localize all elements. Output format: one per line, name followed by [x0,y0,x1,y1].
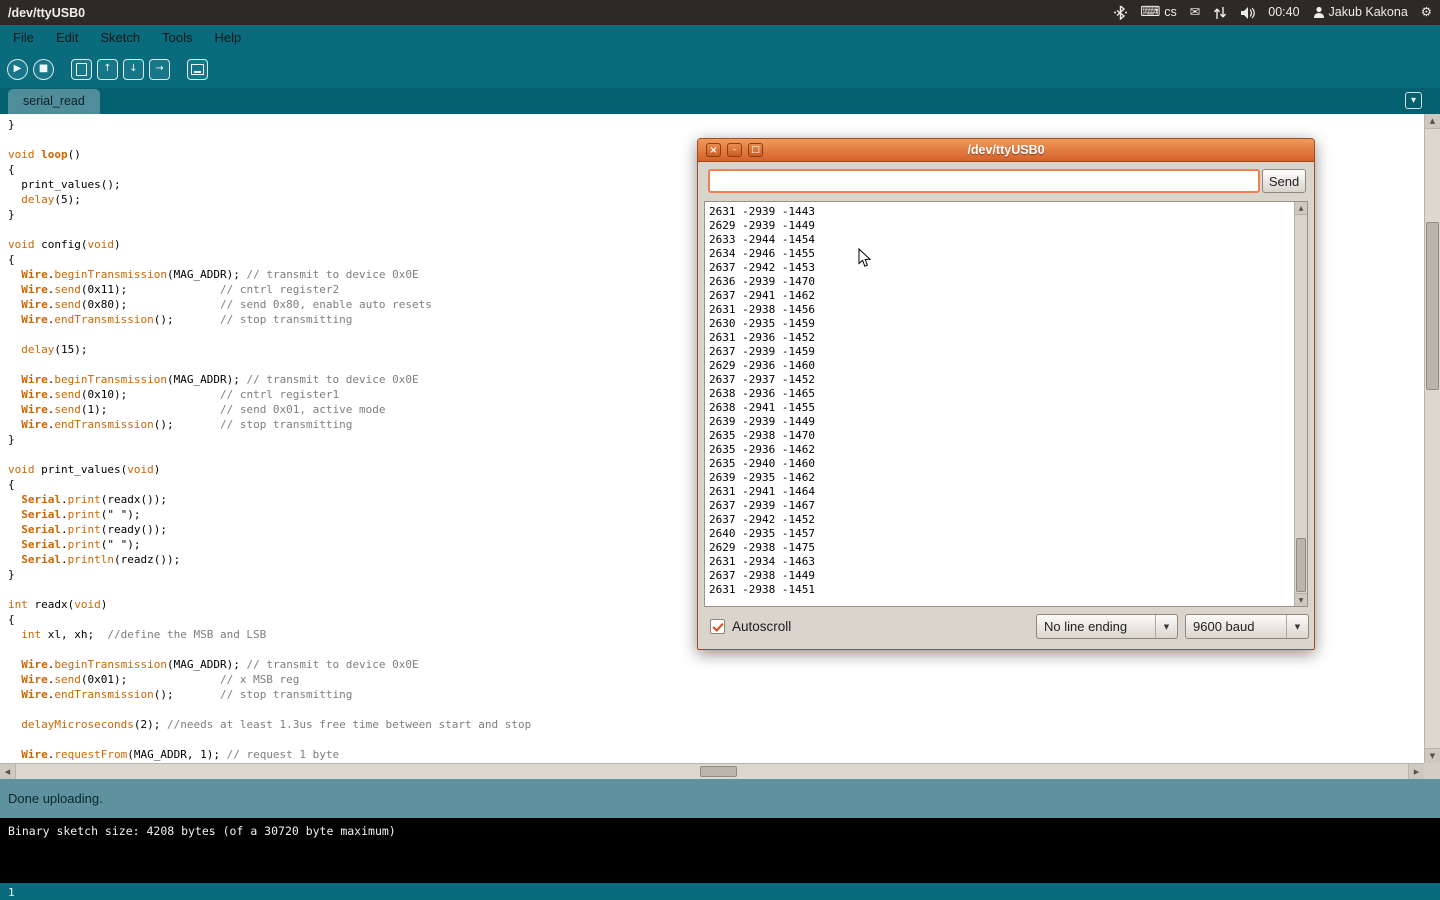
autoscroll-label: Autoscroll [732,614,791,640]
scroll-left-icon[interactable]: ◀ [0,764,16,779]
top-panel: /dev/ttyUSB0 ⌨ cs ✉ 00:40 Jakub Kakona ⚙ [0,0,1440,25]
menu-tools[interactable]: Tools [151,25,203,50]
line-ending-select[interactable]: No line ending ▼ [1036,614,1178,639]
status-message: Done uploading. [0,791,103,806]
open-icon: ↑ [103,64,111,74]
upload-button[interactable]: → [149,59,170,80]
editor-hscrollbar[interactable]: ◀ ▶ [0,763,1424,779]
bluetooth-icon[interactable] [1114,5,1127,20]
menu-help[interactable]: Help [203,25,252,50]
serial-output-area: 2631 -2939 -14432629 -2939 -14492633 -29… [704,201,1308,607]
scroll-up-icon[interactable]: ▲ [1425,114,1440,129]
line-ending-value: No line ending [1044,615,1127,638]
session-gear-icon[interactable]: ⚙ [1421,0,1432,25]
serial-input[interactable] [708,169,1260,193]
verify-button[interactable]: ▶ [7,59,28,80]
baud-rate-select[interactable]: 9600 baud ▼ [1185,614,1309,639]
tab-serial-read[interactable]: serial_read [8,89,100,114]
serial-monitor-icon [191,64,204,75]
serial-monitor-titlebar[interactable]: × – □ /dev/ttyUSB0 [698,139,1314,162]
stop-icon: ■ [39,64,48,74]
upload-icon: → [155,64,163,74]
clock[interactable]: 00:40 [1268,0,1299,25]
volume-icon[interactable] [1240,6,1255,20]
minimize-button[interactable]: – [727,143,742,157]
status-bar: Done uploading. [0,779,1440,818]
menu-file[interactable]: File [2,25,45,50]
menu-sketch[interactable]: Sketch [89,25,151,50]
serial-output: 2631 -2939 -14432629 -2939 -14492633 -29… [705,202,1294,606]
stop-button[interactable]: ■ [33,59,54,80]
serial-scroll-down-icon[interactable]: ▼ [1295,593,1307,606]
dropdown-arrow-icon: ▼ [1155,615,1177,638]
check-icon [712,620,723,631]
baud-rate-value: 9600 baud [1193,615,1254,638]
minimize-icon: – [732,145,737,155]
maximize-button[interactable]: □ [748,143,763,157]
username-label: Jakub Kakona [1329,0,1408,25]
serial-monitor-button[interactable] [187,59,208,80]
chevron-down-icon: ▾ [1411,95,1416,106]
serial-scroll-thumb[interactable] [1296,538,1306,592]
send-label: Send [1269,174,1299,189]
serial-monitor-title: /dev/ttyUSB0 [698,143,1314,157]
save-icon: ↓ [129,64,137,74]
play-icon: ▶ [14,64,22,74]
user-icon [1313,6,1325,19]
tab-bar: serial_read ▾ [0,88,1440,114]
line-indicator-bar: 1 [0,883,1440,900]
mail-icon[interactable]: ✉ [1190,0,1200,25]
new-sketch-button[interactable] [71,59,92,80]
keyboard-indicator[interactable]: ⌨ cs [1140,0,1177,25]
close-button[interactable]: × [706,143,721,157]
close-icon: × [709,145,717,156]
toolbar: ▶ ■ ↑ ↓ → [0,50,1440,88]
dropdown-arrow-icon: ▼ [1286,615,1308,638]
console-line: Binary sketch size: 4208 bytes (of a 307… [8,824,1432,838]
editor-vscrollbar[interactable]: ▲ ▼ [1424,114,1440,763]
console-output: Binary sketch size: 4208 bytes (of a 307… [0,818,1440,883]
scroll-right-icon[interactable]: ▶ [1408,764,1424,779]
panel-window-title[interactable]: /dev/ttyUSB0 [0,6,85,20]
user-menu[interactable]: Jakub Kakona [1313,0,1408,25]
serial-monitor-window: × – □ /dev/ttyUSB0 Send 2631 -2939 -1443… [697,138,1315,650]
send-button[interactable]: Send [1262,169,1306,193]
system-tray: ⌨ cs ✉ 00:40 Jakub Kakona ⚙ [1114,0,1440,25]
serial-monitor-controls: Autoscroll No line ending ▼ 9600 baud ▼ [698,614,1314,642]
menu-edit[interactable]: Edit [45,25,89,50]
menu-bar: File Edit Sketch Tools Help [0,25,1440,50]
scrollbar-corner [1424,763,1440,779]
scroll-down-icon[interactable]: ▼ [1425,748,1440,763]
save-button[interactable]: ↓ [123,59,144,80]
line-number: 1 [0,886,15,899]
serial-scrollbar[interactable]: ▲ ▼ [1294,202,1307,606]
keyboard-icon: ⌨ [1140,0,1160,25]
keyboard-layout-label: cs [1164,0,1177,25]
hscroll-thumb[interactable] [700,766,737,777]
open-button[interactable]: ↑ [97,59,118,80]
autoscroll-checkbox[interactable] [710,619,725,634]
tab-menu-button[interactable]: ▾ [1405,92,1422,109]
maximize-icon: □ [751,145,760,155]
network-icon[interactable] [1213,6,1227,20]
vscroll-thumb[interactable] [1426,222,1439,390]
new-file-icon [76,63,87,76]
serial-scroll-up-icon[interactable]: ▲ [1295,202,1307,215]
